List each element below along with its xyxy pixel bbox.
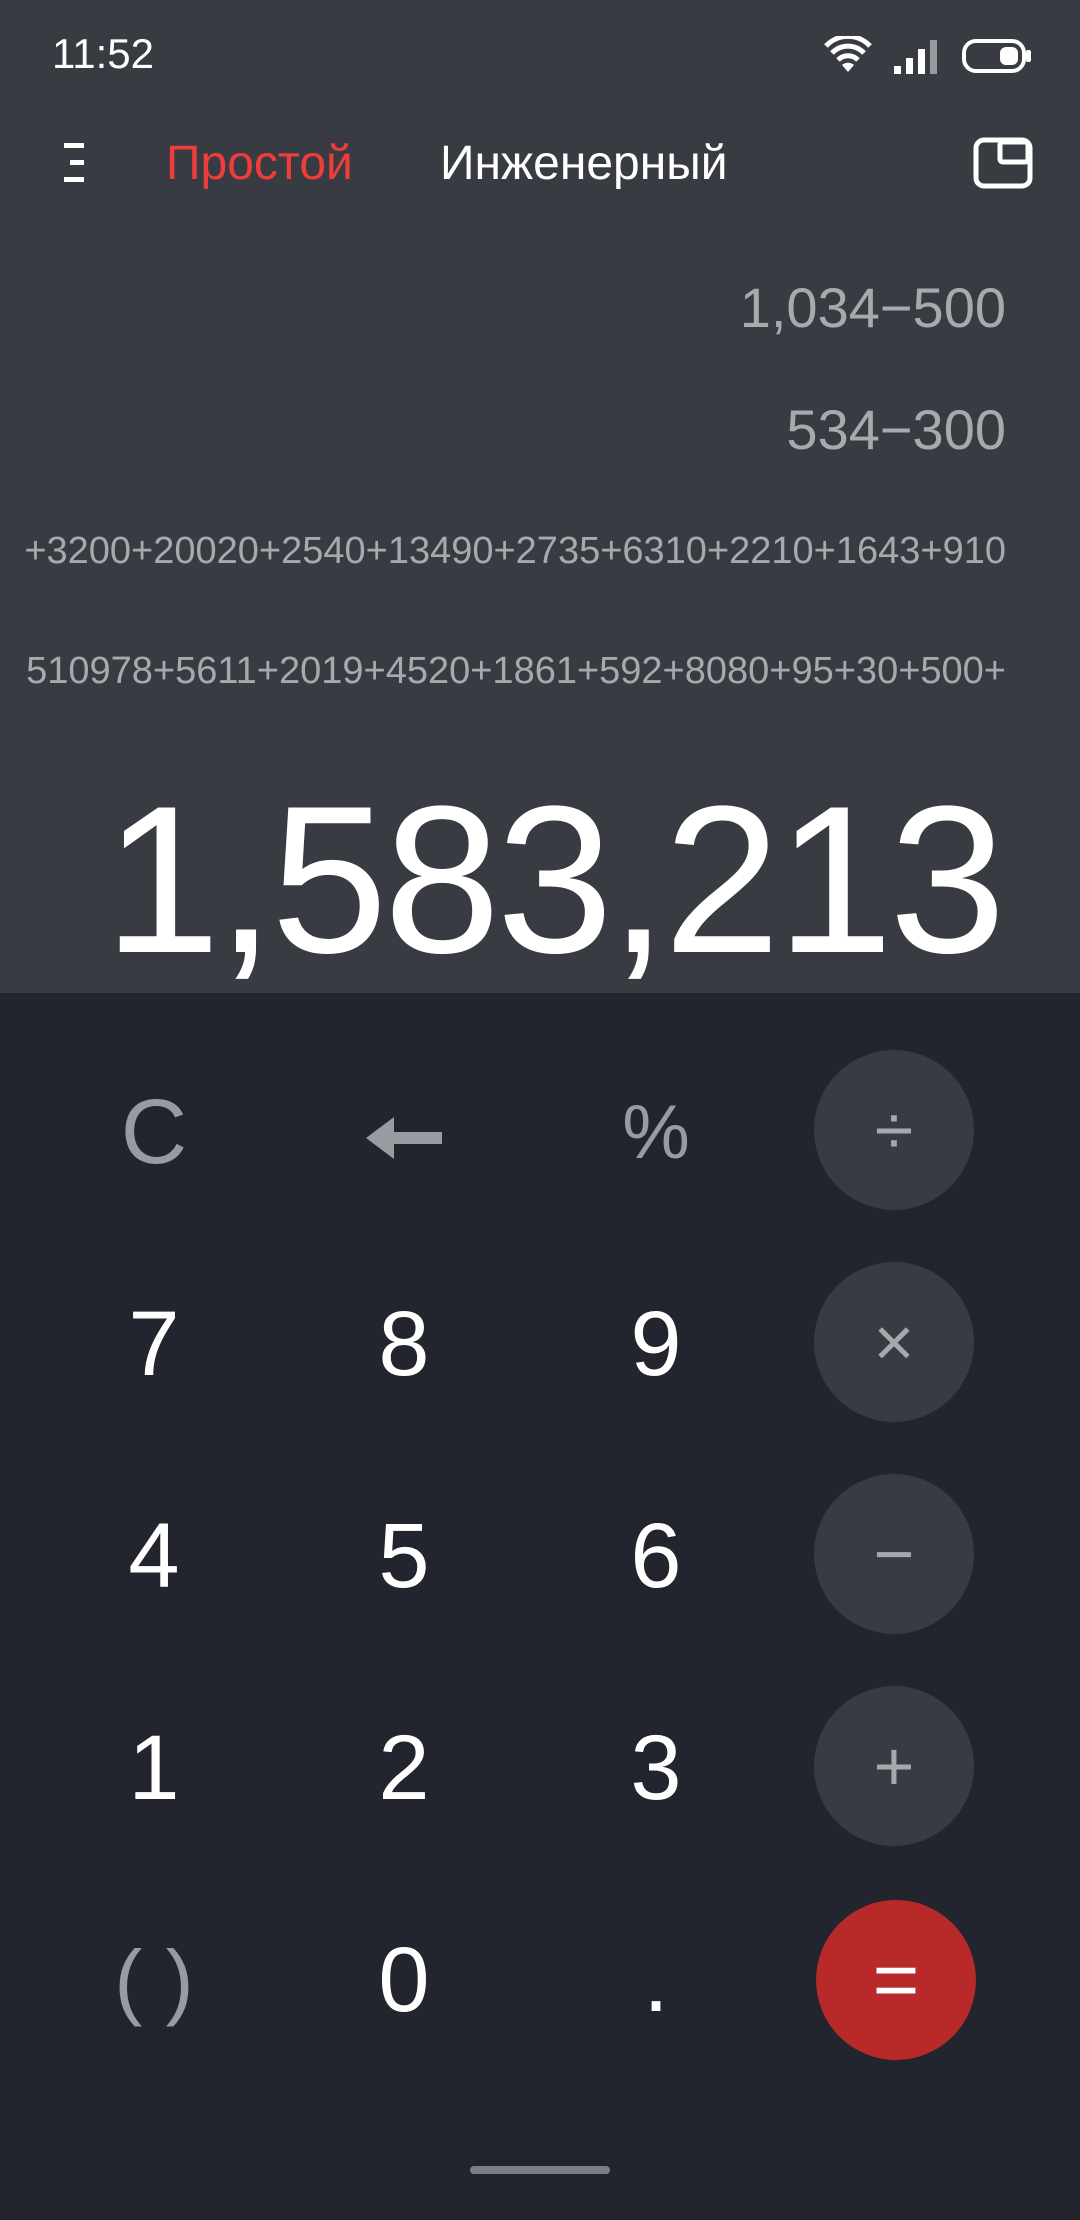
digit-7-button[interactable]: 7 <box>74 1264 234 1424</box>
history-item[interactable]: +3200+20020+2540+13490+2735+6310+2210+16… <box>24 521 1006 581</box>
backspace-button[interactable] <box>324 1052 484 1212</box>
floating-window-button[interactable] <box>968 130 1038 200</box>
decimal-point-button[interactable]: . <box>576 1900 736 2060</box>
status-time: 11:52 <box>52 30 154 77</box>
home-indicator[interactable] <box>470 2166 610 2174</box>
wifi-icon <box>824 33 872 81</box>
tab-simple[interactable]: Простой <box>166 134 353 194</box>
history-item[interactable]: 510978+5611+2019+4520+1861+592+8080+95+3… <box>26 641 1006 701</box>
digit-9-button[interactable]: 9 <box>576 1264 736 1424</box>
history-item-clip: +3200+20020+2540+13490+2735+6310+2210+16… <box>0 521 1006 581</box>
percent-button[interactable]: % <box>576 1052 736 1212</box>
menu-icon <box>60 141 90 190</box>
floating-window-icon <box>973 137 1033 194</box>
status-icons <box>824 30 1032 86</box>
history-item[interactable]: 534−300 <box>786 397 1006 462</box>
menu-button[interactable] <box>40 130 110 200</box>
tab-engineering[interactable]: Инженерный <box>440 134 728 194</box>
signal-icon <box>894 38 940 79</box>
app-bar: Простой Инженерный <box>0 110 1080 220</box>
digit-3-button[interactable]: 3 <box>576 1688 736 1848</box>
digit-5-button[interactable]: 5 <box>324 1476 484 1636</box>
digit-8-button[interactable]: 8 <box>324 1264 484 1424</box>
digit-4-button[interactable]: 4 <box>74 1476 234 1636</box>
history-item[interactable]: 1,034−500 <box>740 275 1006 340</box>
keypad: C % ÷ 7 8 9 × 4 5 6 − 1 2 3 + ( ) 0 . = <box>0 993 1080 2220</box>
digit-6-button[interactable]: 6 <box>576 1476 736 1636</box>
battery-icon <box>962 38 1032 79</box>
divide-button[interactable]: ÷ <box>814 1050 974 1210</box>
backspace-arrow-icon <box>364 1080 444 1185</box>
plus-button[interactable]: + <box>814 1686 974 1846</box>
equals-button[interactable]: = <box>816 1900 976 2060</box>
result-display: 1,583,213 <box>103 762 1006 997</box>
digit-0-button[interactable]: 0 <box>324 1900 484 2060</box>
multiply-button[interactable]: × <box>814 1262 974 1422</box>
digit-1-button[interactable]: 1 <box>74 1688 234 1848</box>
status-bar: 11:52 <box>0 0 1080 110</box>
parentheses-button[interactable]: ( ) <box>74 1900 234 2060</box>
display-area: 11:52 Простой Инженерный 1,034−500 534−3… <box>0 0 1080 993</box>
minus-button[interactable]: − <box>814 1474 974 1634</box>
clear-button[interactable]: C <box>74 1052 234 1212</box>
digit-2-button[interactable]: 2 <box>324 1688 484 1848</box>
history-item-clip: 510978+5611+2019+4520+1861+592+8080+95+3… <box>0 641 1006 701</box>
